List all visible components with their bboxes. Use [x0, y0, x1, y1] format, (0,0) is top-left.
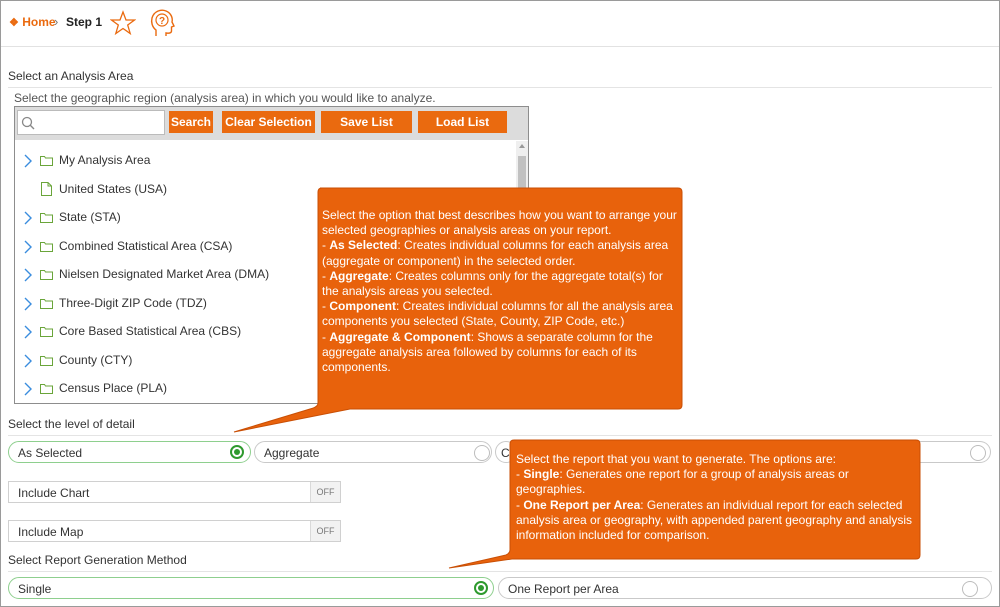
tree-item-label: Three-Digit ZIP Code (TDZ) [59, 295, 207, 310]
chevron-right-icon[interactable] [23, 325, 33, 339]
breadcrumb-home-link[interactable]: ❖ Home [9, 15, 56, 29]
detail-option-as-selected[interactable]: As Selected [8, 441, 251, 463]
tree-item[interactable]: United States (USA) [21, 176, 511, 202]
analysis-area-instructions: Select the geographic region (analysis a… [14, 91, 436, 105]
detail-option-aggregate[interactable]: Aggregate [254, 441, 492, 463]
folder-icon [40, 327, 53, 337]
detail-callout-term: As Selected [329, 238, 398, 253]
chevron-right-icon[interactable] [23, 211, 33, 225]
tree-item-label: County (CTY) [59, 352, 133, 367]
star-outline-icon[interactable] [110, 10, 136, 36]
head-question-icon[interactable]: ? [147, 7, 177, 39]
report-callout-item: - One Report per Area: Generates an indi… [516, 498, 916, 544]
tree-item-label: Census Place (PLA) [59, 381, 168, 395]
detail-callout-intro: Select the option that best describes ho… [322, 208, 677, 238]
search-icon [21, 116, 35, 130]
report-callout-intro: Select the report that you want to gener… [516, 452, 836, 466]
scroll-up-arrow[interactable] [519, 144, 525, 148]
divider [8, 87, 992, 88]
detail-option-aggregate-component[interactable] [916, 441, 991, 463]
tree-item[interactable]: ZIP Code (ZIP) [21, 404, 511, 405]
detail-callout-item: - Aggregate & Component: Shows a separat… [322, 330, 678, 376]
radio-selected[interactable] [474, 581, 488, 595]
tree-item-label: United States (USA) [59, 181, 168, 196]
report-callout-description: : Generates one report for a group of an… [516, 467, 849, 497]
folder-icon [40, 156, 53, 166]
generation-option-one-report-per-area[interactable]: One Report per Area [498, 577, 992, 599]
include-map-row: Include Map OFF [8, 520, 341, 542]
radio-unselected[interactable] [474, 445, 490, 461]
detail-callout-item: - As Selected: Creates individual column… [322, 238, 678, 268]
folder-icon [40, 241, 53, 252]
document-icon [41, 181, 52, 196]
scroll-thumb[interactable] [518, 156, 526, 190]
detail-callout-term: Aggregate [329, 268, 389, 283]
detail-callout-item: - Aggregate: Creates columns only for th… [322, 269, 678, 299]
clear-selection-button[interactable]: Clear Selection [222, 111, 315, 133]
radio-unselected[interactable] [962, 581, 978, 597]
detail-callout-term: Aggregate & Component [329, 329, 471, 344]
folder-icon [40, 298, 53, 309]
chevron-right-icon[interactable] [23, 240, 33, 254]
report-callout-text: Select the report that you want to gener… [516, 452, 916, 543]
chevron-right-icon[interactable] [23, 154, 33, 168]
breadcrumb-current-step: Step 1 [66, 15, 103, 29]
report-callout-term: Single [523, 467, 560, 482]
chevron-right-icon[interactable] [23, 268, 33, 282]
folder-icon [40, 213, 53, 223]
tree-item-label: My Analysis Area [59, 153, 151, 167]
detail-callout-text: Select the option that best describes ho… [322, 208, 678, 375]
analysis-area-label: Select an Analysis Area [8, 69, 134, 83]
breadcrumb-separator: › [54, 14, 59, 29]
generation-option-single[interactable]: Single [8, 577, 494, 599]
tree-item-label: Core Based Statistical Area (CBS) [59, 324, 242, 338]
folder-icon [40, 384, 53, 394]
tree-item-label: State (STA) [59, 210, 121, 224]
divider [8, 435, 992, 436]
chevron-right-icon[interactable] [23, 297, 33, 311]
detail-option-component[interactable]: C [495, 441, 517, 463]
include-chart-row: Include Chart OFF [8, 481, 341, 503]
save-list-button[interactable]: Save List [321, 111, 412, 133]
include-map-toggle[interactable]: OFF [310, 521, 340, 541]
radio-selected[interactable] [230, 445, 244, 459]
chevron-right-icon[interactable] [23, 354, 33, 368]
detail-callout-item: - Component: Creates individual columns … [322, 299, 678, 329]
search-button[interactable]: Search [169, 111, 213, 133]
generation-method-label: Select Report Generation Method [8, 553, 187, 567]
tree-item[interactable]: Census Place (PLA) [21, 375, 511, 401]
radio-unselected[interactable] [970, 445, 986, 461]
tree-toolbar: Search Clear Selection Save List Load Li… [15, 107, 528, 140]
header-bar: ❖ Home › Step 1 ? [1, 1, 999, 47]
detail-level-label: Select the level of detail [8, 417, 135, 431]
include-chart-toggle[interactable]: OFF [310, 482, 340, 502]
report-callout-term: One Report per Area [523, 497, 641, 512]
tree-item-label: Nielsen Designated Market Area (DMA) [59, 267, 270, 281]
search-field[interactable] [17, 110, 165, 135]
chevron-right-icon[interactable] [23, 382, 33, 396]
tree-item[interactable]: My Analysis Area [21, 147, 511, 173]
svg-text:?: ? [159, 16, 165, 27]
divider [8, 571, 992, 572]
home-icon: ❖ [9, 17, 19, 29]
load-list-button[interactable]: Load List [418, 111, 507, 133]
folder-icon [40, 270, 53, 280]
detail-callout-term: Component [329, 299, 396, 314]
search-input[interactable] [34, 113, 162, 132]
report-callout-item: - Single: Generates one report for a gro… [516, 467, 916, 497]
folder-icon [40, 355, 53, 366]
tree-item-label: Combined Statistical Area (CSA) [59, 238, 233, 253]
